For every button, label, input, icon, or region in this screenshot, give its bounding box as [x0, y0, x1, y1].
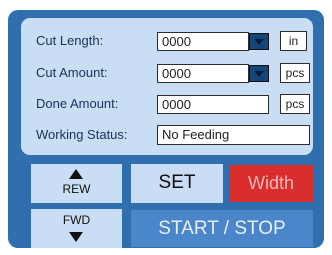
done-amount-label: Done Amount:: [36, 96, 119, 111]
cut-length-input[interactable]: 0000: [157, 32, 249, 51]
width-label: Width: [247, 173, 294, 193]
cut-amount-label: Cut Amount:: [36, 65, 108, 80]
cut-amount-unit: pcs: [280, 63, 310, 83]
working-status-label: Working Status:: [36, 127, 128, 142]
start-stop-label: START / STOP: [158, 218, 286, 239]
done-amount-display: 0000: [157, 95, 269, 114]
start-stop-button[interactable]: START / STOP: [131, 210, 313, 247]
chevron-down-icon: [254, 39, 264, 45]
chevron-down-icon: [254, 71, 264, 77]
fwd-label: FWD: [62, 213, 91, 227]
working-status-display: No Feeding: [157, 125, 310, 145]
rew-label: REW: [62, 182, 91, 196]
cut-length-label: Cut Length:: [36, 33, 104, 48]
arrow-down-icon: [69, 232, 83, 242]
cut-length-dropdown-button[interactable]: [249, 33, 269, 50]
done-amount-unit: pcs: [280, 94, 310, 114]
set-label: SET: [158, 172, 196, 193]
set-button[interactable]: SET: [131, 164, 223, 203]
cut-amount-input[interactable]: 0000: [157, 64, 249, 83]
cut-length-unit: in: [280, 31, 307, 51]
fwd-button[interactable]: FWD: [31, 209, 122, 248]
rew-button[interactable]: REW: [31, 164, 122, 203]
width-button[interactable]: Width: [229, 165, 313, 202]
arrow-up-icon: [69, 169, 83, 179]
cut-amount-dropdown-button[interactable]: [249, 65, 269, 82]
